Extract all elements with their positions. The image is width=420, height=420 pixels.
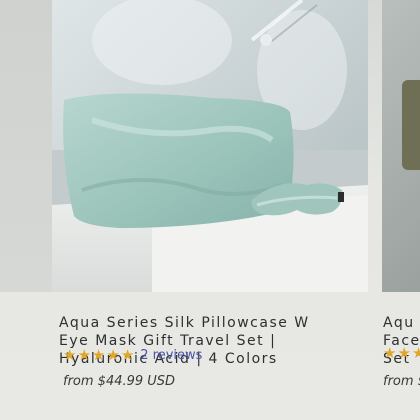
previous-card-edge: [0, 0, 52, 292]
next-product-star-rating: ★ ★ ★: [383, 346, 420, 361]
star-icon: ★: [397, 344, 411, 362]
next-product-title-line-1: Aqu: [383, 315, 415, 331]
reviews-link[interactable]: 2 reviews: [140, 348, 202, 363]
next-product-image[interactable]: [382, 0, 420, 292]
star-icon: ★: [63, 345, 77, 364]
star-icon: ★: [411, 344, 420, 362]
star-icon: ★: [91, 345, 106, 364]
star-icon: ★: [383, 344, 397, 362]
product-title-line-1: Aqua Series Silk Pillowcase W: [59, 315, 310, 331]
rating-row[interactable]: ★ ★ ★ ★ ★ 2 reviews: [63, 346, 202, 364]
next-product-price: from $: [383, 374, 420, 389]
star-icon: ★: [120, 345, 135, 364]
star-icon: ★: [106, 345, 120, 364]
star-rating: ★ ★ ★ ★ ★: [63, 345, 135, 364]
product-image[interactable]: [52, 0, 368, 292]
product-photo: [52, 0, 368, 292]
product-price: from $44.99 USD: [63, 374, 176, 389]
star-icon: ★: [77, 345, 91, 364]
